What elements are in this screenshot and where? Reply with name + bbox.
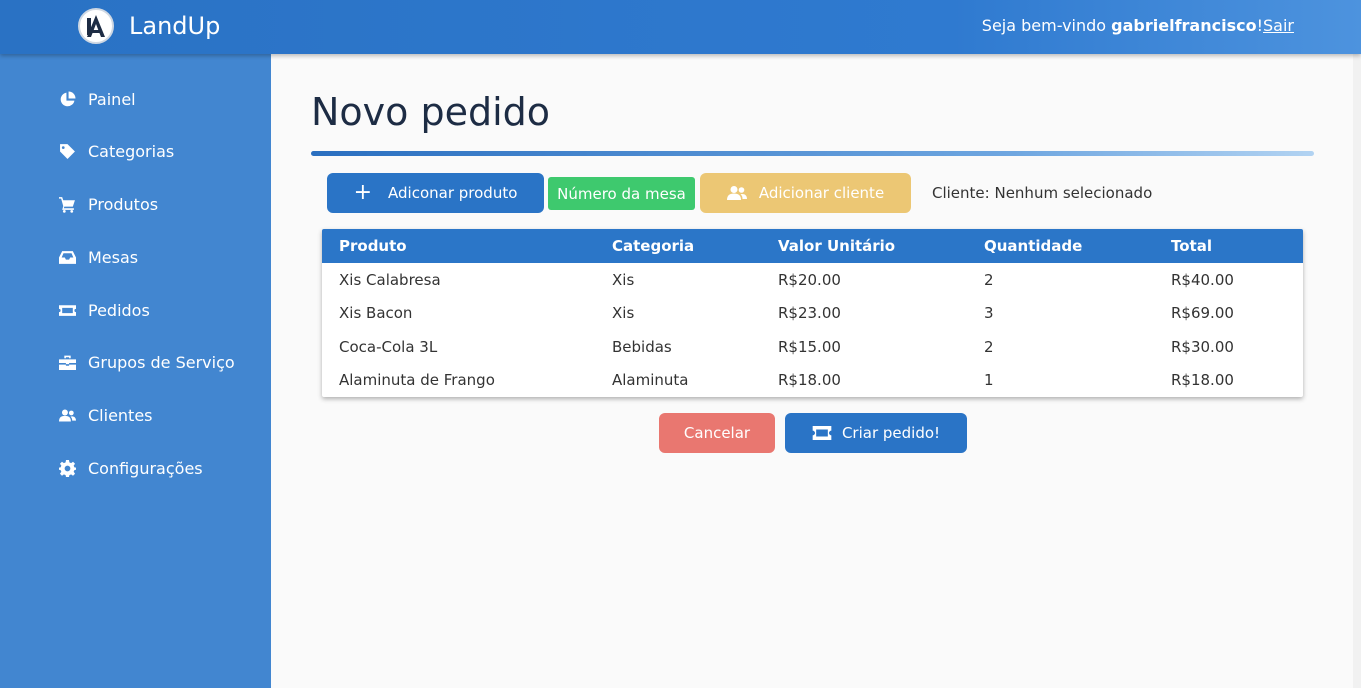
sidebar-item-label: Grupos de Serviço — [88, 352, 235, 372]
sidebar-item-configuracoes[interactable]: Configurações — [56, 453, 203, 483]
create-order-label: Criar pedido! — [841, 424, 941, 442]
sidebar-item-grupos-de-servico[interactable]: Grupos de Serviço — [56, 347, 235, 377]
users-icon — [56, 404, 78, 426]
sidebar-item-label: Mesas — [88, 247, 139, 267]
cell-total: R$69.00 — [1171, 304, 1234, 323]
cell-total: R$40.00 — [1171, 270, 1234, 289]
column-header-produto[interactable]: Produto — [322, 229, 595, 263]
cell-categoria: Xis — [612, 304, 635, 323]
cell-total: R$30.00 — [1171, 337, 1234, 356]
cell-total: R$18.00 — [1171, 371, 1234, 390]
landup-logo-icon[interactable] — [78, 8, 114, 44]
add-product-label: Adiconar produto — [388, 184, 518, 202]
cell-categoria: Bebidas — [612, 337, 672, 356]
briefcase-icon — [56, 351, 78, 373]
cell-categoria: Xis — [612, 270, 635, 289]
cell-quantidade: 3 — [984, 304, 994, 323]
sidebar-item-mesas[interactable]: Mesas — [56, 242, 138, 272]
add-product-button[interactable]: + Adiconar produto — [327, 173, 544, 213]
sidebar-item-painel[interactable]: Painel — [56, 84, 136, 114]
cell-valor-unitario: R$23.00 — [778, 304, 841, 323]
tag-icon — [56, 140, 78, 162]
cell-valor-unitario: R$15.00 — [778, 337, 841, 356]
sidebar-item-label: Clientes — [88, 405, 153, 425]
app-name[interactable]: LandUp — [129, 12, 220, 40]
sidebar-item-produtos[interactable]: Produtos — [56, 189, 158, 219]
cell-produto: Xis Calabresa — [339, 270, 441, 289]
sidebar-item-label: Categorias — [88, 141, 175, 161]
create-order-button[interactable]: Criar pedido! — [785, 413, 967, 453]
column-header-valor-unitario[interactable]: Valor Unitário — [761, 229, 967, 263]
welcome-prefix: Seja bem-vindo — [981, 16, 1107, 35]
cell-valor-unitario: R$18.00 — [778, 371, 841, 390]
cell-quantidade: 1 — [984, 371, 994, 390]
sidebar-item-clientes[interactable]: Clientes — [56, 400, 153, 430]
table-number-button[interactable]: Número da mesa — [548, 177, 695, 210]
cell-produto: Alaminuta de Frango — [339, 371, 495, 390]
sidebar-item-label: Pedidos — [88, 300, 150, 320]
title-divider — [311, 151, 1314, 156]
table-header-row: Produto Categoria Valor Unitário Quantid… — [322, 229, 1303, 263]
sidebar-item-label: Produtos — [88, 194, 159, 214]
cart-icon — [56, 193, 78, 215]
sidebar-item-label: Painel — [88, 89, 136, 109]
cell-valor-unitario: R$20.00 — [778, 270, 841, 289]
table-row[interactable]: Alaminuta de Frango Alaminuta R$18.00 1 … — [322, 364, 1303, 398]
column-header-categoria[interactable]: Categoria — [595, 229, 761, 263]
inbox-icon — [56, 246, 78, 268]
page-title: Novo pedido — [311, 90, 551, 134]
sidebar: Painel Categorias Produtos Mesas Pedidos… — [0, 54, 271, 688]
gear-icon — [56, 457, 78, 479]
sidebar-item-pedidos[interactable]: Pedidos — [56, 295, 150, 325]
top-navbar: LandUp Seja bem-vindo gabrielfrancisco! … — [0, 0, 1361, 54]
welcome-text: Seja bem-vindo gabrielfrancisco! — [982, 16, 1263, 35]
cancel-button[interactable]: Cancelar — [659, 413, 775, 453]
users-icon — [726, 186, 747, 200]
client-status-text: Cliente: Nenhum selecionado — [932, 184, 1153, 202]
plus-icon: + — [353, 180, 373, 205]
ticket-icon — [56, 299, 78, 321]
username: gabrielfrancisco — [1111, 16, 1257, 35]
sidebar-item-label: Configurações — [88, 458, 203, 478]
pie-chart-icon — [56, 88, 78, 110]
scrollbar-track[interactable] — [1353, 54, 1361, 688]
cell-quantidade: 2 — [984, 270, 994, 289]
cell-quantidade: 2 — [984, 337, 994, 356]
ticket-icon — [812, 426, 832, 440]
table-row[interactable]: Xis Bacon Xis R$23.00 3 R$69.00 — [322, 297, 1303, 331]
cell-categoria: Alaminuta — [612, 371, 689, 390]
order-items-table: Produto Categoria Valor Unitário Quantid… — [322, 229, 1303, 397]
logout-link[interactable]: Sair — [1263, 16, 1294, 35]
cell-produto: Xis Bacon — [339, 304, 413, 323]
table-row[interactable]: Coca-Cola 3L Bebidas R$15.00 2 R$30.00 — [322, 330, 1303, 364]
add-client-label: Adicionar cliente — [758, 184, 885, 202]
add-client-button[interactable]: Adicionar cliente — [700, 173, 911, 213]
sidebar-item-categorias[interactable]: Categorias — [56, 136, 174, 166]
table-row[interactable]: Xis Calabresa Xis R$20.00 2 R$40.00 — [322, 263, 1303, 297]
cell-produto: Coca-Cola 3L — [339, 337, 438, 356]
column-header-total[interactable]: Total — [1154, 229, 1303, 263]
column-header-quantidade[interactable]: Quantidade — [967, 229, 1154, 263]
